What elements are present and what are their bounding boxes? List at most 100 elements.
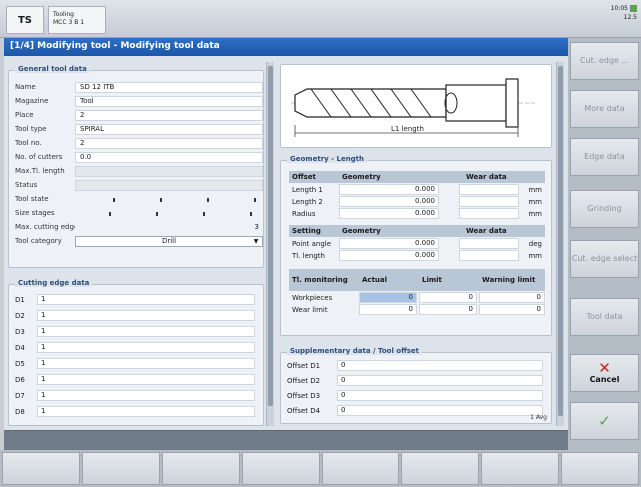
edge-row[interactable]: D6 1	[15, 373, 255, 386]
supplementary-row[interactable]: Offset D2 0	[287, 374, 543, 387]
field-value[interactable]	[75, 165, 263, 177]
wear-input[interactable]	[459, 250, 519, 261]
field-value[interactable]: SPIRAL	[75, 123, 263, 135]
softkey-tool-data[interactable]: Tool data	[570, 298, 639, 336]
row-label: Workpieces	[292, 293, 333, 302]
field-place[interactable]: Place 2	[15, 109, 263, 121]
field-tool-category[interactable]: Tool category Drill ▼	[15, 235, 263, 247]
cancel-button[interactable]: ✕ Cancel	[570, 354, 639, 392]
edge-value[interactable]: 1	[37, 326, 255, 337]
row-value[interactable]: 0	[337, 375, 543, 386]
geometry-input[interactable]: 0.000	[339, 208, 439, 219]
table-row[interactable]: Radius 0.000 mm	[289, 208, 545, 219]
setting-input[interactable]: 0.000	[339, 250, 439, 261]
softkey-edge-data[interactable]: Edge data	[570, 138, 639, 176]
edge-row[interactable]: D4 1	[15, 341, 255, 354]
general-group-title: General tool data	[15, 65, 90, 73]
table-row[interactable]: Length 1 0.000 mm	[289, 184, 545, 195]
edge-row[interactable]: D3 1	[15, 325, 255, 338]
state-indicator-track[interactable]	[75, 194, 263, 205]
field-max-cutting-edges[interactable]: Max. cutting edges 3	[15, 221, 263, 233]
field-value[interactable]: SD 12 ITB	[75, 81, 263, 93]
edge-value[interactable]: 1	[37, 310, 255, 321]
limit-input[interactable]: 0	[419, 304, 477, 315]
edge-value[interactable]: 1	[37, 342, 255, 353]
horizontal-softkey-1[interactable]	[2, 452, 80, 485]
field-magazine[interactable]: Magazine Tool	[15, 95, 263, 107]
edge-value[interactable]: 1	[37, 294, 255, 305]
field-max-length[interactable]: Max.Tl. length	[15, 165, 263, 177]
field-tool-state[interactable]: Tool state	[15, 193, 263, 205]
warning-input[interactable]: 0	[479, 292, 545, 303]
geometry-input[interactable]: 0.000	[339, 184, 439, 195]
edge-value[interactable]: 1	[37, 390, 255, 401]
wear-input[interactable]	[459, 184, 519, 195]
softkey-cutting-edge[interactable]: Cut. edge ...	[570, 42, 639, 80]
row-value[interactable]: 0	[337, 390, 543, 401]
chevron-down-icon[interactable]: ▼	[252, 238, 260, 246]
supplementary-row[interactable]: Offset D4 0	[287, 404, 543, 417]
channel-line-1: Tooling	[53, 11, 74, 18]
row-value[interactable]: 0	[337, 360, 543, 371]
softkey-cutting-edge-select[interactable]: Cut. edge select	[570, 240, 639, 278]
edge-row[interactable]: D2 1	[15, 309, 255, 322]
horizontal-softkey-6[interactable]	[401, 452, 480, 485]
geometry-input[interactable]: 0.000	[339, 196, 439, 207]
row-value[interactable]: 0	[337, 405, 543, 416]
edge-row[interactable]: D7 1	[15, 389, 255, 402]
edge-value[interactable]: 1	[37, 374, 255, 385]
field-value[interactable]	[75, 179, 263, 191]
table-row[interactable]: Length 2 0.000 mm	[289, 196, 545, 207]
edge-row[interactable]: D8 1	[15, 405, 255, 418]
table-row[interactable]: Workpieces 0 0 0	[289, 292, 545, 303]
ok-button[interactable]: ✓	[570, 402, 639, 440]
table-row[interactable]: Tl. length 0.000 mm	[289, 250, 545, 261]
field-status[interactable]: Status	[15, 179, 263, 191]
horizontal-softkey-2[interactable]	[81, 452, 160, 485]
table-row[interactable]: Wear limit 0 0 0	[289, 304, 545, 315]
right-panel-scrollbar[interactable]	[556, 62, 564, 426]
field-name[interactable]: Name SD 12 ITB	[15, 81, 263, 93]
edge-value[interactable]: 1	[37, 406, 255, 417]
edge-label: D4	[15, 343, 25, 352]
actual-input[interactable]: 0	[359, 304, 417, 315]
header-cell: Setting	[292, 227, 321, 235]
field-value[interactable]: 0.0	[75, 151, 263, 163]
limit-input[interactable]: 0	[419, 292, 477, 303]
wear-input[interactable]	[459, 208, 519, 219]
setting-input[interactable]: 0.000	[339, 238, 439, 249]
field-value[interactable]: Tool	[75, 95, 263, 107]
size-indicator-track[interactable]	[75, 208, 263, 219]
edge-group-title: Cutting edge data	[15, 279, 93, 287]
softkey-more-data[interactable]: More data	[570, 90, 639, 128]
field-tool-type[interactable]: Tool type SPIRAL	[15, 123, 263, 135]
horizontal-softkey-3[interactable]	[161, 452, 240, 485]
field-value[interactable]: 2	[75, 109, 263, 121]
horizontal-softkey-5[interactable]	[321, 452, 400, 485]
edge-label: D6	[15, 375, 25, 384]
softkey-grinding[interactable]: Grinding	[570, 190, 639, 228]
supplementary-row[interactable]: Offset D1 0	[287, 359, 543, 372]
edge-row[interactable]: D1 1	[15, 293, 255, 306]
scroll-thumb[interactable]	[268, 66, 273, 406]
warning-input[interactable]: 0	[479, 304, 545, 315]
horizontal-softkey-8[interactable]	[561, 452, 639, 485]
actual-input[interactable]: 0	[359, 292, 417, 303]
edge-row[interactable]: D5 1	[15, 357, 255, 370]
field-size-stages[interactable]: Size stages	[15, 207, 263, 219]
wear-input[interactable]	[459, 196, 519, 207]
edge-value[interactable]: 1	[37, 358, 255, 369]
field-no-cutters[interactable]: No. of cutters 0.0	[15, 151, 263, 163]
field-tool-no[interactable]: Tool no. 2	[15, 137, 263, 149]
tool-category-dropdown[interactable]: Drill ▼	[75, 235, 263, 247]
horizontal-softkey-7[interactable]	[481, 452, 560, 485]
horizontal-softkey-4[interactable]	[241, 452, 320, 485]
field-value[interactable]: 2	[75, 137, 263, 149]
left-panel-scrollbar[interactable]	[266, 62, 274, 426]
scroll-thumb[interactable]	[558, 66, 563, 416]
field-value[interactable]: 3	[75, 223, 263, 231]
wear-input[interactable]	[459, 238, 519, 249]
table-row[interactable]: Point angle 0.000 deg	[289, 238, 545, 249]
supplementary-row[interactable]: Offset D3 0	[287, 389, 543, 402]
header-cell: Geometry	[342, 227, 381, 235]
